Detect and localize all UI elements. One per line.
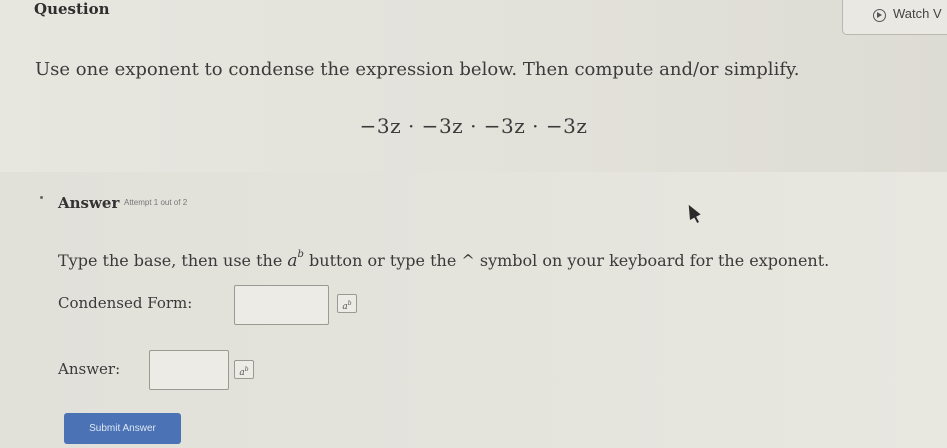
question-label: Question [34, 0, 110, 18]
math-expression: −3z · −3z · −3z · −3z [359, 114, 588, 138]
type-instruction-after: button or type the ^ symbol on your keyb… [303, 251, 830, 270]
question-panel: Question Watch V Use one exponent to con… [0, 0, 947, 172]
condensed-form-label: Condensed Form: [58, 294, 193, 312]
answer-heading: Answer [58, 194, 120, 212]
answer-label: Answer: [58, 360, 121, 378]
type-instruction: Type the base, then use the ab button or… [58, 249, 830, 271]
play-icon [873, 9, 886, 22]
answer-exponent-button[interactable]: ab [234, 360, 254, 379]
condensed-exponent-button[interactable]: ab [337, 294, 357, 313]
bullet-dot [40, 196, 43, 199]
answer-input[interactable] [149, 350, 229, 390]
submit-answer-button[interactable]: Submit Answer [64, 413, 181, 444]
condensed-form-input[interactable] [234, 285, 329, 325]
type-instruction-before: Type the base, then use the [58, 251, 288, 270]
watch-video-button[interactable]: Watch V [842, 0, 947, 35]
watch-video-label: Watch V [893, 6, 942, 21]
attempt-counter: Attempt 1 out of 2 [124, 198, 188, 207]
exponent-inline-icon: ab [287, 249, 304, 271]
question-instruction: Use one exponent to condense the express… [35, 59, 800, 80]
